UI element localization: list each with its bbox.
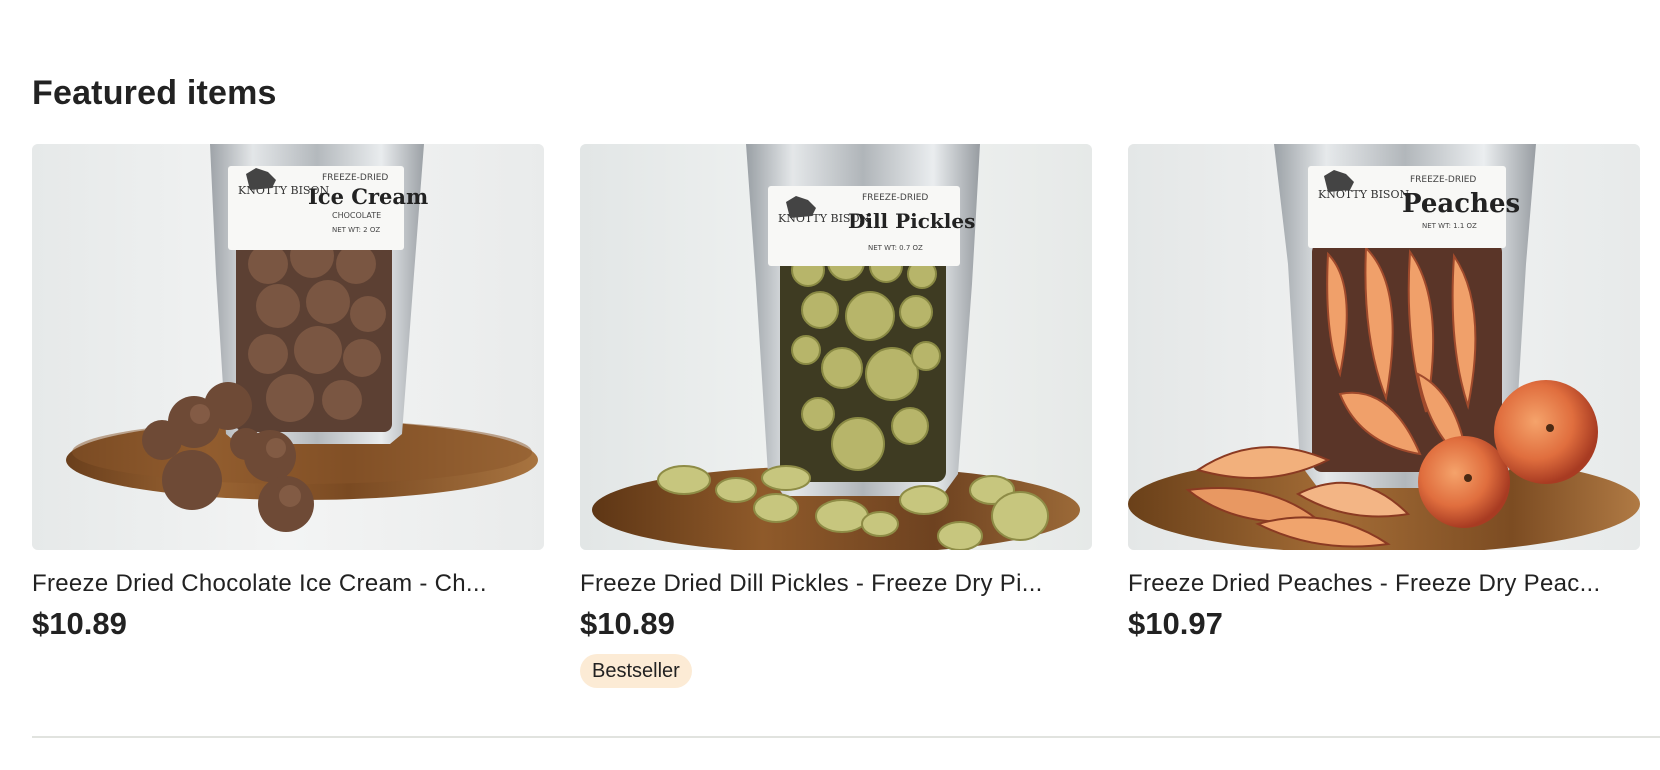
- label-kind-text: FREEZE-DRIED: [1410, 175, 1476, 185]
- product-image[interactable]: KNOTTY BISON FREEZE-DRIED Dill Pickles N…: [580, 144, 1092, 550]
- product-title[interactable]: Freeze Dried Chocolate Ice Cream - Ch...: [32, 568, 544, 600]
- product-card-peaches[interactable]: KNOTTY BISON FREEZE-DRIED Peaches NET WT…: [1128, 144, 1640, 644]
- label-weight-text: NET WT: 2 OZ: [332, 226, 380, 234]
- section-divider: [32, 736, 1660, 738]
- product-title[interactable]: Freeze Dried Dill Pickles - Freeze Dry P…: [580, 568, 1092, 600]
- product-image[interactable]: KNOTTY BISON FREEZE-DRIED Peaches NET WT…: [1128, 144, 1640, 550]
- label-product-text: Peaches: [1402, 189, 1520, 219]
- bestseller-badge: Bestseller: [580, 654, 692, 688]
- label-flavor-text: CHOCOLATE: [332, 211, 381, 220]
- product-card-dill-pickles[interactable]: KNOTTY BISON FREEZE-DRIED Dill Pickles N…: [580, 144, 1092, 688]
- product-price: $10.89: [580, 606, 675, 641]
- label-kind-text: FREEZE-DRIED: [322, 173, 388, 183]
- label-weight-text: NET WT: 0.7 OZ: [868, 244, 923, 252]
- label-weight-text: NET WT: 1.1 OZ: [1422, 222, 1477, 230]
- label-kind-text: FREEZE-DRIED: [862, 193, 928, 203]
- label-product-text: Ice Cream: [308, 184, 428, 209]
- product-title[interactable]: Freeze Dried Peaches - Freeze Dry Peac..…: [1128, 568, 1640, 600]
- product-price: $10.89: [32, 606, 127, 641]
- product-card-ice-cream[interactable]: KNOTTY BISON FREEZE-DRIED Ice Cream CHOC…: [32, 144, 544, 644]
- featured-items-section: Featured items KNOTTY BISON FREEZE-DRIED…: [0, 0, 1660, 770]
- product-image[interactable]: KNOTTY BISON FREEZE-DRIED Ice Cream CHOC…: [32, 144, 544, 550]
- section-title: Featured items: [32, 74, 277, 112]
- label-product-text: Dill Pickles: [848, 209, 975, 233]
- product-price: $10.97: [1128, 606, 1223, 641]
